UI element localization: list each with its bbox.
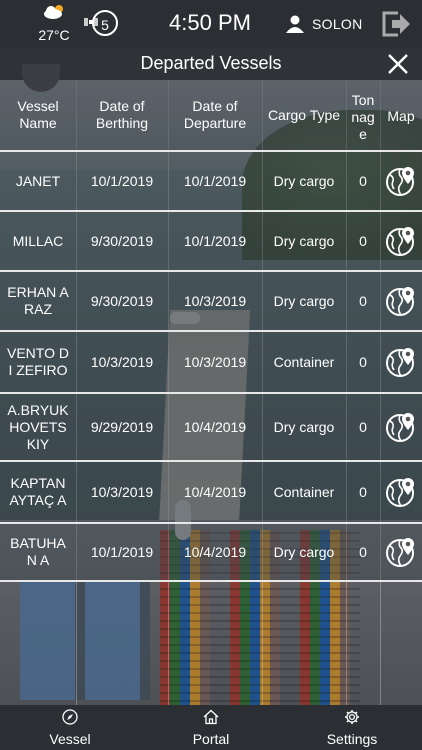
column-header-map: Map bbox=[387, 108, 415, 124]
clock: 4:50 PM bbox=[169, 10, 251, 35]
cargo-type-cell: Container bbox=[273, 483, 335, 500]
departure-date-cell: 10/4/2019 bbox=[183, 543, 247, 560]
nav-settings[interactable]: Settings bbox=[302, 709, 402, 747]
map-button[interactable] bbox=[380, 462, 422, 522]
column-header-date-of-berthing[interactable]: Date of Berthing bbox=[76, 80, 168, 150]
status-bar: 27°C 5 4:50 PM SOLON bbox=[0, 0, 422, 48]
berthing-date-cell: 10/3/2019 bbox=[90, 483, 154, 500]
column-header-date-of-departure[interactable]: Date of Departure bbox=[168, 80, 262, 150]
satellite-count: 5 bbox=[92, 10, 118, 36]
partly-cloudy-icon bbox=[43, 4, 65, 19]
vessel-name-cell: MILLAC bbox=[12, 232, 64, 249]
close-icon bbox=[388, 54, 408, 74]
cargo-type-cell: Dry cargo bbox=[273, 172, 335, 189]
column-header-cargo-type[interactable]: Cargo Type bbox=[262, 80, 346, 150]
table-row[interactable]: JANET 10/1/2019 10/1/2019 Dry cargo 0 bbox=[0, 152, 422, 212]
table-row[interactable]: BATUHAN A 10/1/2019 10/4/2019 Dry cargo 0 bbox=[0, 524, 422, 582]
map-button[interactable] bbox=[380, 272, 422, 330]
table-row[interactable]: A.BRYUKHOVETSKIY 9/29/2019 10/4/2019 Dry ca… bbox=[0, 394, 422, 462]
globe-location-icon bbox=[386, 538, 414, 567]
table-row[interactable]: ERHAN ARAZ 9/30/2019 10/3/2019 Dry cargo 0 bbox=[0, 272, 422, 332]
vessel-name-cell: A.BRYUKHOVETSKIY bbox=[7, 401, 69, 452]
departed-vessels-table: Vessel Name Date of Berthing Date of Dep… bbox=[0, 80, 422, 582]
tonnage-cell: 0 bbox=[359, 292, 367, 309]
weather-widget: 27°C bbox=[34, 4, 74, 43]
vessel-name-cell: JANET bbox=[15, 172, 61, 189]
table-header: Vessel Name Date of Berthing Date of Dep… bbox=[0, 80, 422, 152]
map-button[interactable] bbox=[380, 212, 422, 270]
globe-location-icon bbox=[386, 167, 414, 196]
home-icon bbox=[203, 709, 219, 725]
user-name: SOLON bbox=[312, 16, 363, 32]
map-button[interactable] bbox=[380, 152, 422, 210]
globe-location-icon bbox=[386, 227, 414, 256]
cargo-type-cell: Dry cargo bbox=[273, 292, 335, 309]
table-row[interactable]: MILLAC 9/30/2019 10/1/2019 Dry cargo 0 bbox=[0, 212, 422, 272]
berthing-date-cell: 9/30/2019 bbox=[90, 232, 154, 249]
nav-vessel[interactable]: Vessel bbox=[20, 709, 120, 747]
logout-button[interactable] bbox=[380, 10, 412, 38]
vessel-name-cell: VENTO DI ZEFIRO bbox=[7, 345, 69, 378]
departure-date-cell: 10/3/2019 bbox=[183, 292, 247, 309]
column-header-tonnage[interactable]: Tonnage bbox=[346, 80, 380, 150]
globe-location-icon bbox=[386, 287, 414, 316]
map-button[interactable] bbox=[380, 394, 422, 460]
berthing-date-cell: 10/1/2019 bbox=[90, 172, 154, 189]
user-icon bbox=[286, 15, 304, 33]
cargo-type-cell: Container bbox=[273, 353, 335, 370]
map-button[interactable] bbox=[380, 332, 422, 392]
berthing-date-cell: 10/1/2019 bbox=[90, 543, 154, 560]
globe-location-icon bbox=[386, 348, 414, 377]
vessel-name-cell: BATUHAN A bbox=[10, 535, 66, 568]
table-row[interactable]: VENTO DI ZEFIRO 10/3/2019 10/3/2019 Contain… bbox=[0, 332, 422, 394]
vessel-name-cell: ERHAN ARAZ bbox=[7, 284, 69, 317]
tonnage-cell: 0 bbox=[359, 483, 367, 500]
nav-vessel-label: Vessel bbox=[49, 731, 91, 747]
temperature: 27°C bbox=[38, 27, 70, 43]
globe-location-icon bbox=[386, 478, 414, 507]
departure-date-cell: 10/4/2019 bbox=[183, 483, 247, 500]
nav-portal[interactable]: Portal bbox=[161, 709, 261, 747]
departure-date-cell: 10/1/2019 bbox=[183, 172, 247, 189]
bottom-navigation: Vessel Portal Settings bbox=[0, 705, 422, 750]
map-button[interactable] bbox=[380, 524, 422, 580]
vessel-name-cell: KAPTAN AYTAÇ A bbox=[9, 475, 67, 508]
berthing-date-cell: 9/29/2019 bbox=[90, 418, 154, 435]
departure-date-cell: 10/4/2019 bbox=[183, 418, 247, 435]
close-button[interactable] bbox=[386, 52, 410, 76]
cargo-type-cell: Dry cargo bbox=[273, 418, 335, 435]
berthing-date-cell: 9/30/2019 bbox=[90, 292, 154, 309]
satellite-indicator: 5 bbox=[84, 10, 120, 38]
tonnage-cell: 0 bbox=[359, 172, 367, 189]
title-bar: Departed Vessels bbox=[0, 48, 422, 80]
departure-date-cell: 10/1/2019 bbox=[183, 232, 247, 249]
table-row[interactable]: KAPTAN AYTAÇ A 10/3/2019 10/4/2019 Containe… bbox=[0, 462, 422, 524]
cargo-type-cell: Dry cargo bbox=[273, 543, 335, 560]
logout-icon bbox=[382, 11, 410, 37]
tonnage-cell: 0 bbox=[359, 353, 367, 370]
tonnage-cell: 0 bbox=[359, 418, 367, 435]
cargo-type-cell: Dry cargo bbox=[273, 232, 335, 249]
nav-settings-label: Settings bbox=[326, 731, 378, 747]
compass-icon bbox=[62, 709, 78, 725]
globe-location-icon bbox=[386, 413, 414, 442]
user-info: SOLON bbox=[286, 13, 363, 35]
tonnage-cell: 0 bbox=[359, 543, 367, 560]
gear-icon bbox=[345, 710, 359, 724]
page-title: Departed Vessels bbox=[140, 53, 282, 73]
nav-portal-label: Portal bbox=[192, 731, 230, 747]
departure-date-cell: 10/3/2019 bbox=[183, 353, 247, 370]
tonnage-cell: 0 bbox=[359, 232, 367, 249]
berthing-date-cell: 10/3/2019 bbox=[90, 353, 154, 370]
